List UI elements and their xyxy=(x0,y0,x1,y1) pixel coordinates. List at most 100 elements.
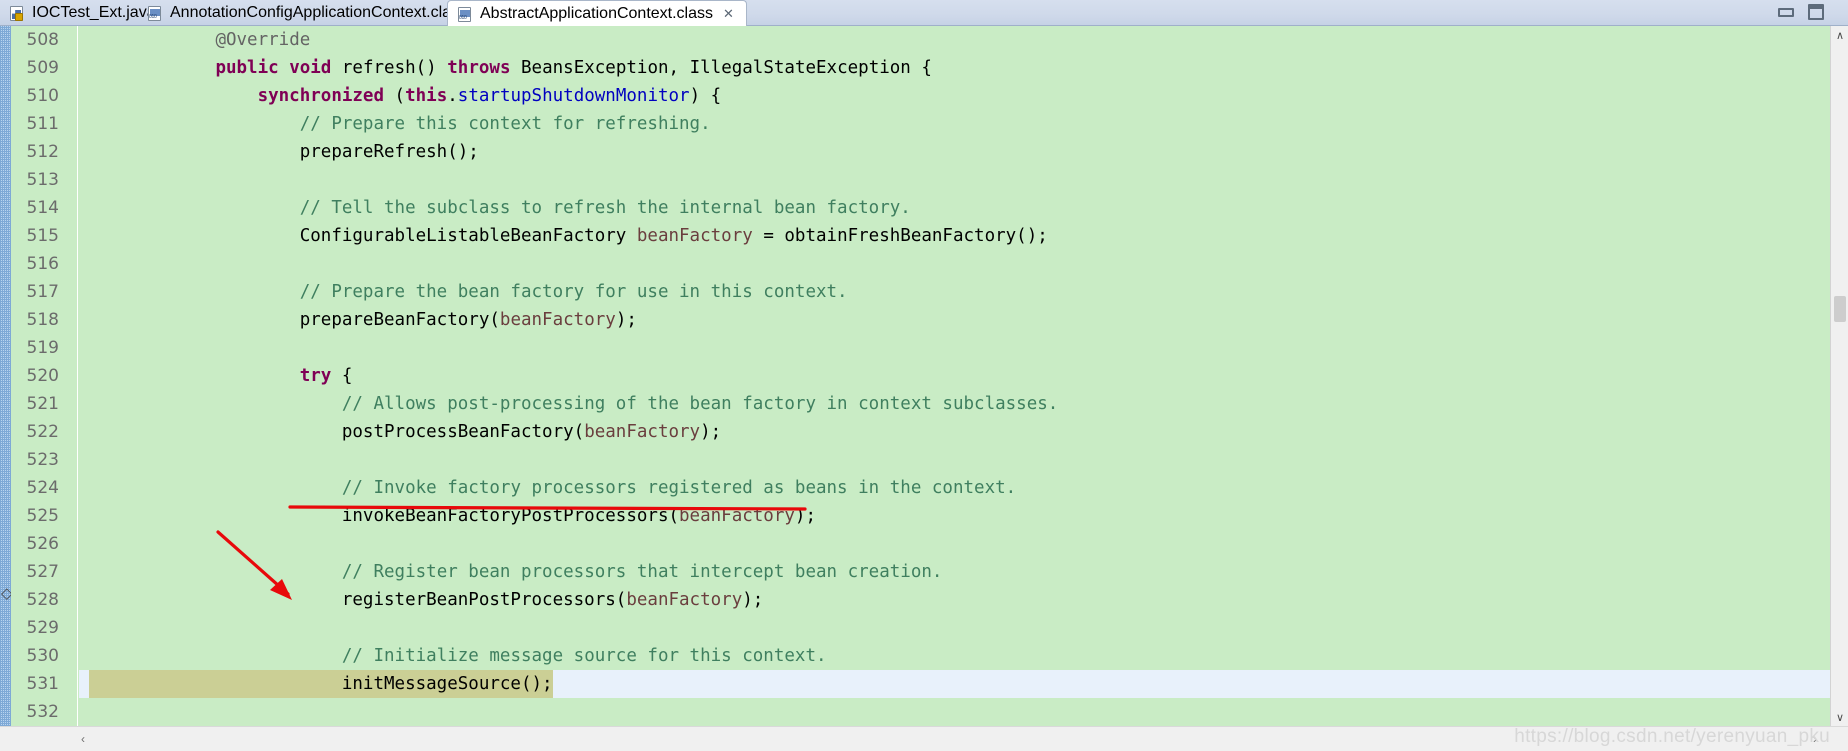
code-line[interactable]: synchronized (this.startupShutdownMonito… xyxy=(79,82,1830,110)
code-line[interactable]: invokeBeanFactoryPostProcessors(beanFact… xyxy=(79,502,1830,530)
code-token: prepareRefresh(); xyxy=(89,142,479,162)
code-line[interactable]: ConfigurableListableBeanFactory beanFact… xyxy=(79,222,1830,250)
code-token: try xyxy=(299,366,332,386)
vertical-scroll-thumb[interactable] xyxy=(1834,296,1846,322)
line-number: 518 xyxy=(26,310,59,330)
selected-text: initMessageSource(); xyxy=(89,670,553,698)
code-token: ); xyxy=(742,590,764,610)
code-token: synchronized xyxy=(257,86,385,106)
line-number: 513 xyxy=(26,170,59,190)
code-line[interactable]: // Invoke factory processors registered … xyxy=(79,474,1830,502)
code-token: postProcessBeanFactory( xyxy=(89,422,585,442)
tab-label: AnnotationConfigApplicationContext.class xyxy=(170,4,468,21)
code-token: public xyxy=(215,58,279,78)
line-number: 530 xyxy=(26,646,59,666)
code-token: = obtainFreshBeanFactory(); xyxy=(752,226,1048,246)
code-token: // Initialize message source for this co… xyxy=(341,646,827,666)
line-number: 529 xyxy=(26,618,59,638)
code-token: refresh() xyxy=(331,58,448,78)
code-line[interactable] xyxy=(79,334,1830,362)
line-number-ruler: 508 509 510 511 512 513 514 515 516 517 518 519 520 5… xyxy=(11,26,78,726)
scroll-down-icon[interactable]: ∨ xyxy=(1831,708,1848,726)
line-number: 524 xyxy=(26,478,59,498)
code-token: // Invoke factory processors registered … xyxy=(341,478,1017,498)
line-number: 528 xyxy=(26,590,59,610)
code-editor[interactable]: ◇ 508 509 510 511 512 513 514 515 516 517 518 519 52… xyxy=(0,26,1848,726)
code-token: @Override xyxy=(215,30,311,50)
line-number: 512 xyxy=(26,142,59,162)
vertical-scrollbar[interactable]: ∧ ∨ xyxy=(1830,26,1848,726)
code-token: ); xyxy=(794,506,816,526)
code-line[interactable]: // Tell the subclass to refresh the inte… xyxy=(79,194,1830,222)
maximize-icon[interactable] xyxy=(1808,4,1824,20)
tab-abstractapplicationcontext-class[interactable]: AbstractApplicationContext.class ✕ xyxy=(447,0,747,26)
code-line[interactable]: // Prepare this context for refreshing. xyxy=(79,110,1830,138)
code-line[interactable]: registerBeanPostProcessors(beanFactory); xyxy=(79,586,1830,614)
code-token: . xyxy=(447,86,458,106)
code-token: // Tell the subclass to refresh the inte… xyxy=(299,198,911,218)
code-content[interactable]: @Override public void refresh() throws B… xyxy=(79,26,1830,726)
code-line[interactable]: // Register bean processors that interce… xyxy=(79,558,1830,586)
code-line[interactable]: // Allows post-processing of the bean fa… xyxy=(79,390,1830,418)
code-line[interactable]: public void refresh() throws BeansExcept… xyxy=(79,54,1830,82)
line-number: 532 xyxy=(26,702,59,722)
code-line[interactable]: prepareRefresh(); xyxy=(79,138,1830,166)
code-line[interactable] xyxy=(79,446,1830,474)
line-number: 510 xyxy=(26,86,59,106)
code-line[interactable] xyxy=(79,166,1830,194)
tab-label: AbstractApplicationContext.class xyxy=(480,4,713,22)
code-line[interactable]: @Override xyxy=(79,26,1830,54)
line-number: 527 xyxy=(26,562,59,582)
code-token: // Prepare this context for refreshing. xyxy=(299,114,711,134)
line-number: 517 xyxy=(26,282,59,302)
code-token: startupShutdownMonitor xyxy=(457,86,690,106)
code-line[interactable] xyxy=(79,250,1830,278)
code-line[interactable] xyxy=(79,698,1830,726)
code-token: invokeBeanFactoryPostProcessors( xyxy=(89,506,680,526)
code-token: { xyxy=(331,366,353,386)
line-number: 516 xyxy=(26,254,59,274)
class-file-icon xyxy=(147,5,163,21)
minimize-icon[interactable] xyxy=(1778,8,1794,17)
code-token: throws xyxy=(447,58,511,78)
editor-tab-bar: IOCTest_Ext.java AnnotationConfigApplica… xyxy=(0,0,1848,26)
code-line-current[interactable]: initMessageSource(); xyxy=(79,670,1830,698)
code-token: beanFactory xyxy=(584,422,701,442)
code-line[interactable]: postProcessBeanFactory(beanFactory); xyxy=(79,418,1830,446)
class-file-icon xyxy=(457,6,473,22)
code-line[interactable]: // Initialize message source for this co… xyxy=(79,642,1830,670)
code-line[interactable] xyxy=(79,530,1830,558)
code-line[interactable] xyxy=(79,614,1830,642)
csdn-watermark: https://blog.csdn.net/yerenyuan_pku xyxy=(1514,726,1830,747)
code-token: void xyxy=(289,58,332,78)
code-token: this xyxy=(405,86,448,106)
line-number: 520 xyxy=(26,366,59,386)
code-token: beanFactory xyxy=(636,226,753,246)
line-number: 523 xyxy=(26,450,59,470)
code-token: beanFactory xyxy=(499,310,616,330)
line-number: 531 xyxy=(26,674,59,694)
annotation-ruler[interactable] xyxy=(0,26,11,726)
code-token: ) { xyxy=(689,86,722,106)
horizontal-scrollbar[interactable]: ‹ › https://blog.csdn.net/yerenyuan_pku xyxy=(0,726,1848,751)
scroll-up-icon[interactable]: ∧ xyxy=(1831,26,1848,44)
code-line[interactable]: prepareBeanFactory(beanFactory); xyxy=(79,306,1830,334)
close-icon[interactable]: ✕ xyxy=(723,7,734,20)
tab-annotationconfigapplicationcontext-class[interactable]: AnnotationConfigApplicationContext.class xyxy=(138,0,479,26)
code-line[interactable]: try { xyxy=(79,362,1830,390)
code-token: ); xyxy=(700,422,722,442)
window-controls xyxy=(1778,4,1824,20)
code-token: beanFactory xyxy=(626,590,743,610)
code-token: initMessageSource(); xyxy=(89,674,553,694)
scroll-left-icon[interactable]: ‹ xyxy=(72,727,94,751)
code-line[interactable]: // Prepare the bean factory for use in t… xyxy=(79,278,1830,306)
